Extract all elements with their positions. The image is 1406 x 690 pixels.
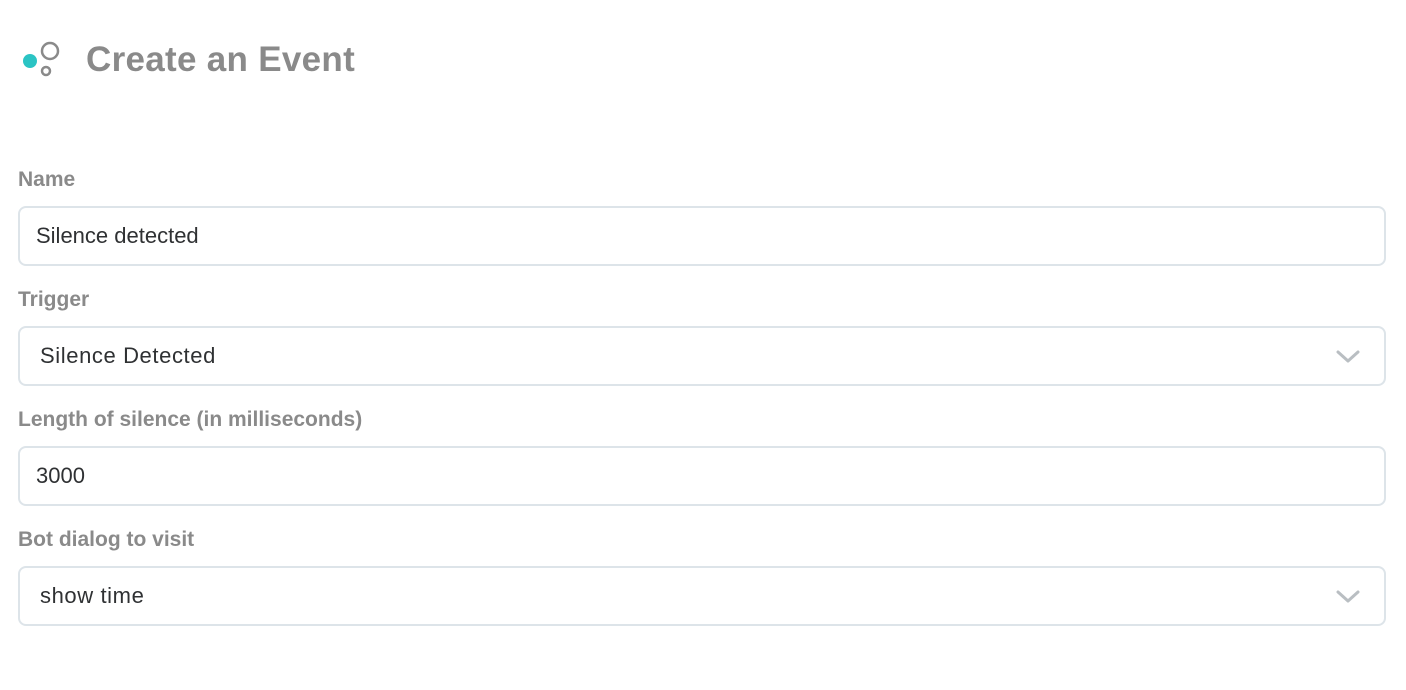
name-input-box [18,206,1386,266]
silence-length-field-group: Length of silence (in milliseconds) [18,402,1386,506]
bubbles-logo-icon [23,41,60,77]
page-title: Create an Event [86,40,356,79]
name-label: Name [18,168,76,191]
silence-length-input-box [18,446,1386,506]
chevron-down-icon [1336,350,1360,363]
trigger-select[interactable]: Silence Detected [18,326,1386,386]
bot-dialog-selected-value: show time [40,583,145,608]
silence-length-label: Length of silence (in milliseconds) [18,408,363,431]
bot-dialog-select[interactable]: show time [18,566,1386,626]
name-input[interactable] [20,208,1384,264]
name-field-group: Name [18,162,1386,266]
page-header: Create an Event [20,38,355,82]
trigger-field-group: Trigger Silence Detected [18,282,1386,386]
bot-dialog-label: Bot dialog to visit [18,528,195,551]
bot-dialog-field-group: Bot dialog to visit show time [18,522,1386,626]
trigger-label: Trigger [18,288,90,311]
chevron-down-icon [1336,590,1360,603]
trigger-selected-value: Silence Detected [40,343,216,368]
create-event-form: Name Trigger Silence Detected Length of … [18,162,1386,642]
silence-length-input[interactable] [20,448,1384,504]
